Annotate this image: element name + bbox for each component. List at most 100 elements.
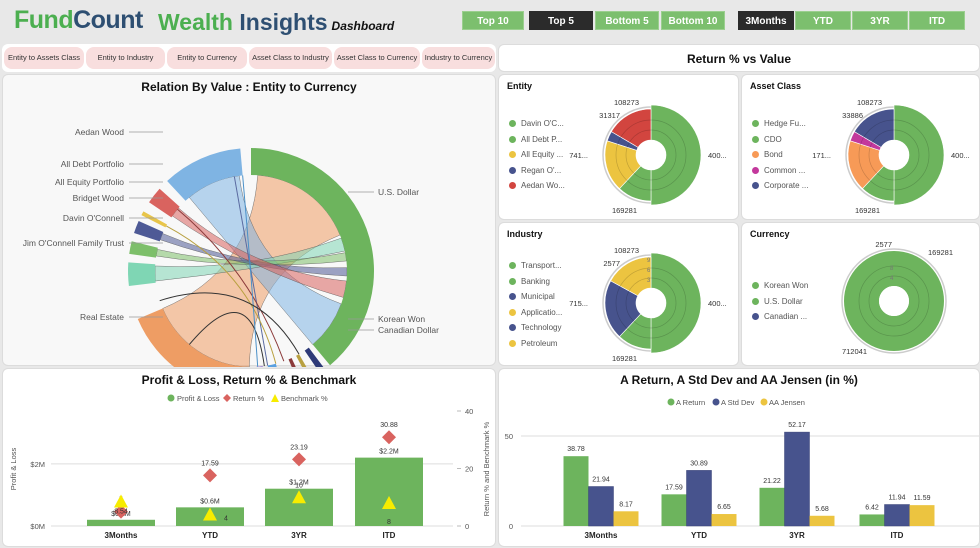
sunburst-hole <box>636 288 666 318</box>
rvv-panel-asset-class: Asset Class Hedge Fu... CDO Bond Common ... C… <box>741 74 980 220</box>
period-3yr-button[interactable]: 3YR <box>852 11 908 30</box>
tab-entity-to-currency[interactable]: Entity to Currency <box>167 47 247 69</box>
benchmark-label: 10 <box>295 482 303 489</box>
legend-marker-aa-jensen <box>760 398 768 406</box>
fundcount-logo: FundCount <box>14 6 143 35</box>
bar-a-return <box>563 456 589 526</box>
chord-label-bridget-wood: Bridget Wood <box>73 193 125 203</box>
period-itd-button[interactable]: ITD <box>909 11 965 30</box>
value-label-top: 108273 <box>857 98 882 107</box>
chord-label-all-equity-portfolio: All Equity Portfolio <box>55 177 124 187</box>
return-label: 17.59 <box>201 460 219 467</box>
filter-top-10-button[interactable]: Top 10 <box>462 11 524 30</box>
bar-aa-jensen <box>711 514 737 526</box>
y-axis-label: Profit & Loss <box>9 447 18 490</box>
pnl-panel: Profit & Loss, Return % & Benchmark Prof… <box>2 368 496 547</box>
legend-marker-a-return <box>667 398 675 406</box>
y-tick-label: 0 <box>509 522 513 531</box>
bar-label-a-return: 17.59 <box>665 484 683 491</box>
bar-label-a-std-dev: 11.94 <box>889 495 906 502</box>
bar-aa-jensen <box>613 511 639 526</box>
bar-label-aa-jensen: 5.68 <box>815 506 829 513</box>
filter-bottom-5-button[interactable]: Bottom 5 <box>595 11 659 30</box>
period-3months-button[interactable]: 3Months <box>738 11 794 30</box>
x-tick-label: YTD <box>202 531 218 540</box>
legend-label-aa-jensen: AA Jensen <box>769 398 805 407</box>
legend-label-a-std-dev: A Std Dev <box>721 398 755 407</box>
tab-industry-to-currency[interactable]: Industry to Currency <box>422 47 495 69</box>
bar-a-return <box>859 514 885 526</box>
bar-label-aa-jensen: 6.65 <box>717 504 731 511</box>
chord-arc-jim-o-connell-family-trust <box>127 262 156 286</box>
tab-entity-to-assets-class[interactable]: Entity to Assets Class <box>4 47 84 69</box>
chord-label-u-s-dollar: U.S. Dollar <box>378 187 419 197</box>
bar-label-aa-jensen: 11.59 <box>914 495 931 502</box>
logo-part1: Fund <box>14 6 74 34</box>
value-label-bottom: 169281 <box>855 206 880 215</box>
return-label: 23.19 <box>290 444 308 451</box>
sunburst-chart: 108273 33886 171... 400... 169281 <box>812 98 970 215</box>
value-label-top: 108273 <box>614 98 639 107</box>
legend-label-a-return: A Return <box>676 398 705 407</box>
y2-axis-label: Return % and Benchmark % <box>482 421 491 516</box>
bar-a-std-dev <box>686 470 712 527</box>
x-tick-label: 3YR <box>789 531 805 540</box>
bar-a-std-dev <box>784 431 810 527</box>
bar-a-return <box>661 494 687 526</box>
pnl-bar-label: $2.2M <box>379 449 399 456</box>
filter-top-5-button[interactable]: Top 5 <box>529 11 593 30</box>
pnl-bar <box>355 457 423 526</box>
value-label-left: 741... <box>569 151 588 160</box>
legend-marker-benchmark <box>271 394 279 402</box>
value-label-bottom: 712041 <box>842 347 867 356</box>
value-label-right: 400... <box>708 299 727 308</box>
tab-asset-class-to-industry[interactable]: Asset Class to Industry <box>249 47 332 69</box>
legend-marker-a-std-dev <box>712 398 720 406</box>
x-tick-label: 3Months <box>105 531 138 540</box>
benchmark-label: 8 <box>387 519 391 526</box>
sunburst-hole <box>879 286 909 316</box>
chord-arc-currency-small <box>267 363 277 367</box>
benchmark-label: 4 <box>224 516 228 523</box>
value-label-upper-left: 2577 <box>603 259 620 268</box>
bar-aa-jensen <box>909 505 935 526</box>
value-label-top: 108273 <box>614 246 639 255</box>
rvv-panel-currency: Currency Korean Won U.S. Dollar Canadian ..… <box>741 222 980 366</box>
filter-bottom-10-button[interactable]: Bottom 10 <box>661 11 725 30</box>
bar-label-a-std-dev: 30.89 <box>690 460 708 467</box>
x-tick-label: ITD <box>383 531 396 540</box>
legend-label-profit-loss: Profit & Loss <box>177 394 220 403</box>
x-tick-label: 3YR <box>291 531 307 540</box>
chord-label-aedan-wood: Aedan Wood <box>75 127 124 137</box>
chord-label-canadian-dollar: Canadian Dollar <box>378 325 439 335</box>
chord-label-real-estate: Real Estate <box>80 312 124 322</box>
rvv-panel-entity: Entity Davin O'C... All Debt P... All Equit… <box>498 74 739 220</box>
chord-label-jim-o-connell-family-trust: Jim O'Connell Family Trust <box>23 238 125 248</box>
value-label-right: 400... <box>951 151 970 160</box>
period-ytd-button[interactable]: YTD <box>795 11 851 30</box>
legend-label-benchmark: Benchmark % <box>281 394 328 403</box>
pnl-chart: Profit & Loss Return % Benchmark % $0M $2M 0 2… <box>9 394 491 540</box>
value-label-upper-left: 33886 <box>842 111 863 120</box>
bar-label-aa-jensen: 8.17 <box>619 501 633 508</box>
bar-label-a-return: 6.42 <box>865 504 879 511</box>
value-label-left: 171... <box>812 151 831 160</box>
chord-diagram: Aedan Wood All Debt Portfolio All Equity P… <box>23 127 439 367</box>
title-dashboard: Dashboard <box>331 19 395 33</box>
relation-tab-bar: Entity to Assets Class Entity to Industry… <box>2 44 496 72</box>
title-insights: Insights <box>239 9 328 35</box>
sunburst-chart: 108273 31317 741... 400... 169281 <box>569 98 727 215</box>
app-title: Wealth Insights Dashboard <box>158 9 394 36</box>
tab-asset-class-to-currency[interactable]: Asset Class to Currency <box>334 47 420 69</box>
y-tick-label: 50 <box>505 432 513 441</box>
legend-label-return: Return % <box>233 394 265 403</box>
bar-label-a-std-dev: 21.94 <box>592 477 610 484</box>
tab-entity-to-industry[interactable]: Entity to Industry <box>86 47 165 69</box>
y2-tick-label: 40 <box>465 407 473 416</box>
return-vs-value-header: Return % vs Value <box>498 44 980 72</box>
y-tick-label: $2M <box>30 460 45 469</box>
x-tick-label: YTD <box>691 531 707 540</box>
title-wealth: Wealth <box>158 9 233 35</box>
value-label-right: 169281 <box>928 248 953 257</box>
value-label-left: 715... <box>569 299 588 308</box>
